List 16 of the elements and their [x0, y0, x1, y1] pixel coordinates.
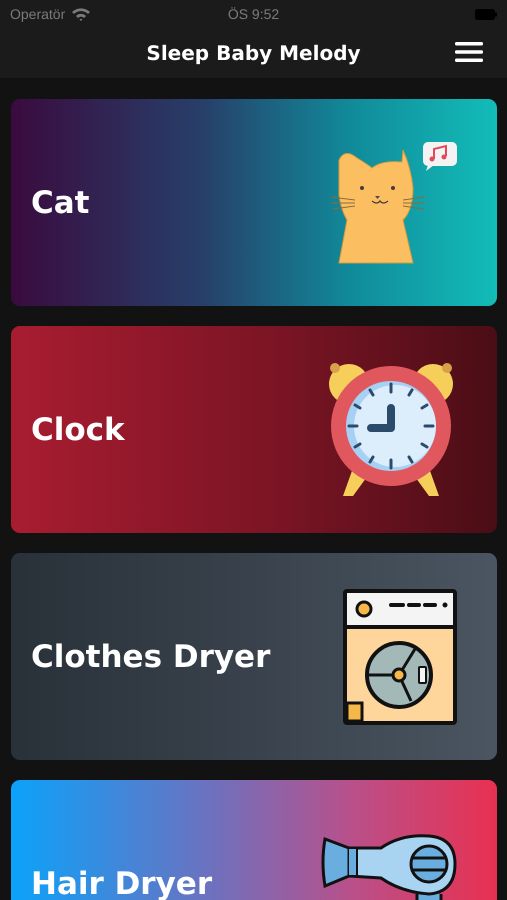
menu-icon: [455, 41, 483, 63]
sound-name: Cat: [31, 184, 90, 220]
sound-card[interactable]: Clock: [11, 326, 497, 533]
sound-card[interactable]: Clothes Dryer: [11, 553, 497, 760]
wifi-icon: [71, 7, 92, 21]
clothes-dryer-icon: [343, 588, 457, 724]
status-time: ÖS 9:52: [228, 6, 280, 22]
sound-name: Clothes Dryer: [31, 638, 270, 674]
sound-card[interactable]: Cat: [11, 99, 497, 306]
sound-name: Clock: [31, 412, 125, 448]
carrier-name: Operatör: [10, 6, 66, 22]
sound-name: Hair Dryer: [31, 866, 212, 900]
app-title: Sleep Baby Melody: [146, 41, 361, 65]
sound-card[interactable]: Hair Dryer: [11, 780, 497, 900]
battery-icon: [475, 8, 497, 20]
menu-button[interactable]: [455, 41, 483, 63]
